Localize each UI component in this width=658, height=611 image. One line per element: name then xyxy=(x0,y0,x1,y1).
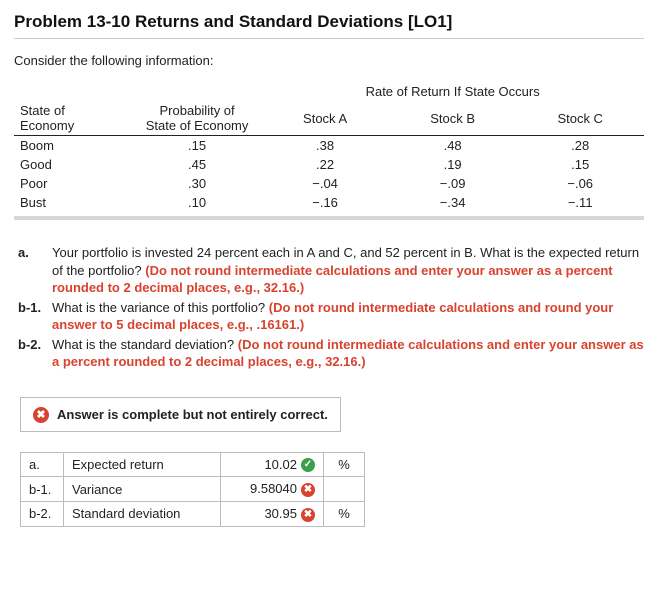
cell-c: .15 xyxy=(516,155,644,174)
cell-prob: .45 xyxy=(133,155,261,174)
cell-prob: .15 xyxy=(133,136,261,156)
feedback-text: Answer is complete but not entirely corr… xyxy=(57,407,328,422)
divider xyxy=(14,38,644,39)
check-icon: ✓ xyxy=(301,458,315,472)
question-plain: What is the variance of this portfolio? xyxy=(52,300,269,315)
cell-a: .22 xyxy=(261,155,389,174)
cell-a: −.16 xyxy=(261,193,389,212)
cell-b: .48 xyxy=(389,136,517,156)
answer-desc: Variance xyxy=(64,477,221,502)
question-b2: b-2. What is the standard deviation? (Do… xyxy=(18,336,644,371)
error-icon: ✖ xyxy=(33,406,49,423)
x-icon: ✖ xyxy=(301,508,315,522)
answer-unit: % xyxy=(324,452,365,477)
x-icon: ✖ xyxy=(301,483,315,497)
answer-label: b-2. xyxy=(21,501,64,526)
question-text: Your portfolio is invested 24 percent ea… xyxy=(52,244,644,297)
answer-label: b-1. xyxy=(21,477,64,502)
answer-value-cell[interactable]: 30.95 ✖ xyxy=(221,501,324,526)
cell-prob: .10 xyxy=(133,193,261,212)
cell-state: Good xyxy=(14,155,133,174)
cell-b: −.34 xyxy=(389,193,517,212)
col-header-stock-c: Stock C xyxy=(516,101,644,136)
answer-row: b-2. Standard deviation 30.95 ✖ % xyxy=(21,501,365,526)
answer-label: a. xyxy=(21,452,64,477)
col-header-stock-b: Stock B xyxy=(389,101,517,136)
question-list: a. Your portfolio is invested 24 percent… xyxy=(14,244,644,371)
col-header-state: State of Economy xyxy=(14,101,133,136)
intro-text: Consider the following information: xyxy=(14,53,644,68)
table-row: Bust .10 −.16 −.34 −.11 xyxy=(14,193,644,212)
cell-c: .28 xyxy=(516,136,644,156)
cell-state: Bust xyxy=(14,193,133,212)
answer-unit xyxy=(324,477,365,502)
question-plain: What is the standard deviation? xyxy=(52,337,238,352)
answer-row: a. Expected return 10.02 ✓ % xyxy=(21,452,365,477)
answer-value: 9.58040 xyxy=(250,481,297,496)
returns-table: Rate of Return If State Occurs State of … xyxy=(14,82,644,212)
answer-desc: Expected return xyxy=(64,452,221,477)
data-table-wrap: Rate of Return If State Occurs State of … xyxy=(14,82,644,220)
answer-value: 30.95 xyxy=(264,506,297,521)
question-label: b-2. xyxy=(18,336,52,371)
table-row: Good .45 .22 .19 .15 xyxy=(14,155,644,174)
table-row: Poor .30 −.04 −.09 −.06 xyxy=(14,174,644,193)
page-title: Problem 13-10 Returns and Standard Devia… xyxy=(14,12,644,32)
cell-state: Boom xyxy=(14,136,133,156)
feedback-banner: ✖ Answer is complete but not entirely co… xyxy=(20,397,341,432)
cell-a: .38 xyxy=(261,136,389,156)
question-label: a. xyxy=(18,244,52,297)
answers-table: a. Expected return 10.02 ✓ % b-1. Varianc… xyxy=(20,452,365,527)
rate-header: Rate of Return If State Occurs xyxy=(261,82,644,101)
answer-value-cell[interactable]: 10.02 ✓ xyxy=(221,452,324,477)
question-b1: b-1. What is the variance of this portfo… xyxy=(18,299,644,334)
x-icon: ✖ xyxy=(33,407,49,423)
cell-b: .19 xyxy=(389,155,517,174)
answer-row: b-1. Variance 9.58040 ✖ xyxy=(21,477,365,502)
answer-value: 10.02 xyxy=(264,457,297,472)
question-text: What is the standard deviation? (Do not … xyxy=(52,336,644,371)
question-label: b-1. xyxy=(18,299,52,334)
cell-prob: .30 xyxy=(133,174,261,193)
cell-c: −.11 xyxy=(516,193,644,212)
question-text: What is the variance of this portfolio? … xyxy=(52,299,644,334)
cell-state: Poor xyxy=(14,174,133,193)
cell-b: −.09 xyxy=(389,174,517,193)
question-a: a. Your portfolio is invested 24 percent… xyxy=(18,244,644,297)
col-header-stock-a: Stock A xyxy=(261,101,389,136)
answer-unit: % xyxy=(324,501,365,526)
col-header-prob: Probability of State of Economy xyxy=(133,101,261,136)
table-row: Boom .15 .38 .48 .28 xyxy=(14,136,644,156)
cell-c: −.06 xyxy=(516,174,644,193)
answer-desc: Standard deviation xyxy=(64,501,221,526)
cell-a: −.04 xyxy=(261,174,389,193)
answer-value-cell[interactable]: 9.58040 ✖ xyxy=(221,477,324,502)
